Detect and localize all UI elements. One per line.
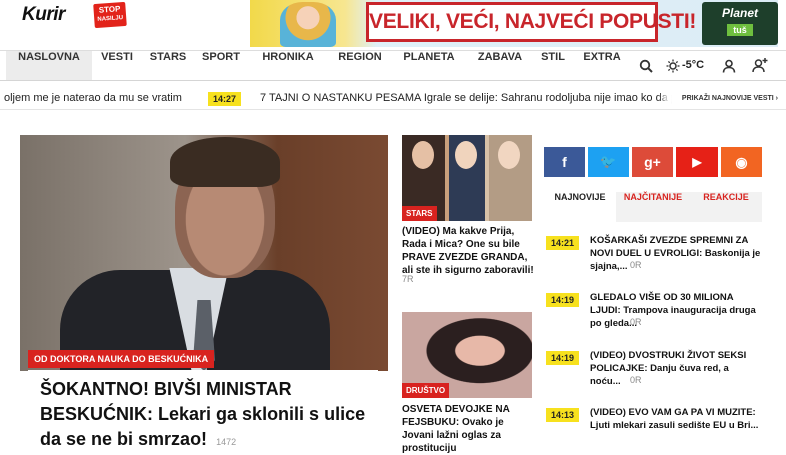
nav-stars[interactable]: STARS xyxy=(146,51,190,80)
main-navigation: NASLOVNA VESTI STARS SPORT HRONIKA REGIO… xyxy=(0,50,786,81)
ad-brand-sub: tuš xyxy=(727,24,753,36)
hero-hair-shape xyxy=(170,137,280,187)
drustvo-article-title[interactable]: OSVETA DEVOJKE NA FEJSBUKU: Ovako je Jov… xyxy=(402,403,534,455)
twitter-icon[interactable]: 🐦 xyxy=(588,147,629,177)
add-user-icon[interactable] xyxy=(752,57,768,73)
hero-category-label[interactable]: OD DOKTORA NAUKA DO BESKUĆNIKA xyxy=(28,350,215,368)
stars-article-title[interactable]: (VIDEO) Ma kakve Prija, Rada i Mica? One… xyxy=(402,225,534,277)
nav-extra[interactable]: EXTRA xyxy=(580,51,624,80)
ad-planet-logo[interactable]: Planet tuš xyxy=(702,2,778,45)
stars-label[interactable]: STARS xyxy=(402,206,437,221)
tab-najcitanije[interactable]: NAJČITANIJE xyxy=(616,192,690,222)
rss-icon[interactable]: ◉ xyxy=(721,147,762,177)
star-face-2 xyxy=(455,141,477,169)
news-reactions: 0R xyxy=(630,375,642,385)
sun-icon xyxy=(666,59,680,73)
hero-view-count: 1472 xyxy=(216,437,237,447)
site-header: Kurir STOP NASILJU VELIKI, VEĆI, NAJVEĆI… xyxy=(0,0,786,47)
nav-naslovna[interactable]: NASLOVNA xyxy=(6,51,92,80)
hero-headline-text: ŠOKANTNO! BIVŠI MINISTAR BESKUĆNIK: Leka… xyxy=(40,379,366,449)
ticker-time: 14:27 xyxy=(208,92,242,106)
news-list-item[interactable]: 14:13 (VIDEO) EVO VAM GA PA VI MUZITE: L… xyxy=(544,406,762,441)
stars-article-reactions: 7R xyxy=(402,274,414,284)
google-plus-icon[interactable]: g+ xyxy=(632,147,673,177)
star-face-3 xyxy=(498,141,520,169)
temperature-readout: -5°C xyxy=(682,59,705,71)
tab-reakcije[interactable]: REAKCIJE xyxy=(690,192,762,222)
ticker-item-prev[interactable]: oljem me je naterao da mu se vratim xyxy=(4,92,182,104)
nav-stil[interactable]: STIL xyxy=(538,51,568,80)
kurir-logo[interactable]: Kurir xyxy=(22,4,65,26)
ad-headline[interactable]: VELIKI, VEĆI, NAJVEĆI POPUSTI! xyxy=(366,2,696,42)
drustvo-article-image[interactable]: DRUŠTVO xyxy=(402,312,532,398)
news-title[interactable]: (VIDEO) EVO VAM GA PA VI MUZITE: Ljuti m… xyxy=(590,406,762,432)
news-ticker: oljem me je naterao da mu se vratim 14:2… xyxy=(0,87,786,110)
news-title[interactable]: KOŠARKAŠI ZVEZDE SPREMNI ZA NOVI DUEL U … xyxy=(590,234,762,273)
news-list-item[interactable]: 14:21 KOŠARKAŠI ZVEZDE SPREMNI ZA NOVI D… xyxy=(544,234,762,282)
ticker-item[interactable]: 7 TAJNI O NASTANKU PESAMA Igrale se deli… xyxy=(260,92,691,104)
nav-vesti[interactable]: VESTI xyxy=(96,51,138,80)
stop-badge-line2: NASILJU xyxy=(97,15,124,23)
drustvo-label[interactable]: DRUŠTVO xyxy=(402,383,450,398)
news-tabs: NAJNOVIJE NAJČITANIJE REAKCIJE xyxy=(544,192,762,222)
news-time: 14:13 xyxy=(546,408,580,422)
nav-zabava[interactable]: ZABAVA xyxy=(474,51,526,80)
news-time: 14:21 xyxy=(546,236,580,250)
news-title[interactable]: GLEDALO VIŠE OD 30 MILIONA LJUDI: Trampo… xyxy=(590,291,762,330)
facebook-icon[interactable]: f xyxy=(544,147,585,177)
news-reactions: 0R xyxy=(630,317,642,327)
youtube-icon[interactable]: ▶ xyxy=(676,147,718,177)
nav-hronika[interactable]: HRONIKA xyxy=(258,51,318,80)
nav-planeta[interactable]: PLANETA xyxy=(400,51,458,80)
stars-article-image[interactable]: STARS xyxy=(402,135,532,221)
stars-article-card[interactable]: STARS (VIDEO) Ma kakve Prija, Rada i Mic… xyxy=(402,135,534,295)
stop-nasilju-badge[interactable]: STOP NASILJU xyxy=(93,1,127,29)
ad-brand-name: Planet xyxy=(721,6,758,20)
tab-najnovije[interactable]: NAJNOVIJE xyxy=(544,192,616,222)
nav-region[interactable]: REGION xyxy=(334,51,386,80)
search-icon[interactable] xyxy=(639,59,653,73)
star-face-1 xyxy=(412,141,434,169)
news-time: 14:19 xyxy=(546,351,580,365)
hero-headline[interactable]: ŠOKANTNO! BIVŠI MINISTAR BESKUĆNIK: Leka… xyxy=(28,370,378,452)
ad-model-image xyxy=(280,2,336,47)
news-list-item[interactable]: 14:19 (VIDEO) DVOSTRUKI ŽIVOT SEKSI POLI… xyxy=(544,349,762,397)
news-title[interactable]: (VIDEO) DVOSTRUKI ŽIVOT SEKSI POLICAJKE:… xyxy=(590,349,762,388)
news-list-item[interactable]: 14:19 GLEDALO VIŠE OD 30 MILIONA LJUDI: … xyxy=(544,291,762,339)
nav-sport[interactable]: SPORT xyxy=(198,51,244,80)
news-time: 14:19 xyxy=(546,293,580,307)
user-icon[interactable] xyxy=(722,59,736,73)
show-latest-news-button[interactable]: PRIKAŽI NAJNOVIJE VESTI › xyxy=(671,88,786,109)
news-reactions: 0R xyxy=(630,260,642,270)
drustvo-article-card[interactable]: DRUŠTVO OSVETA DEVOJKE NA FEJSBUKU: Ovak… xyxy=(402,312,532,454)
